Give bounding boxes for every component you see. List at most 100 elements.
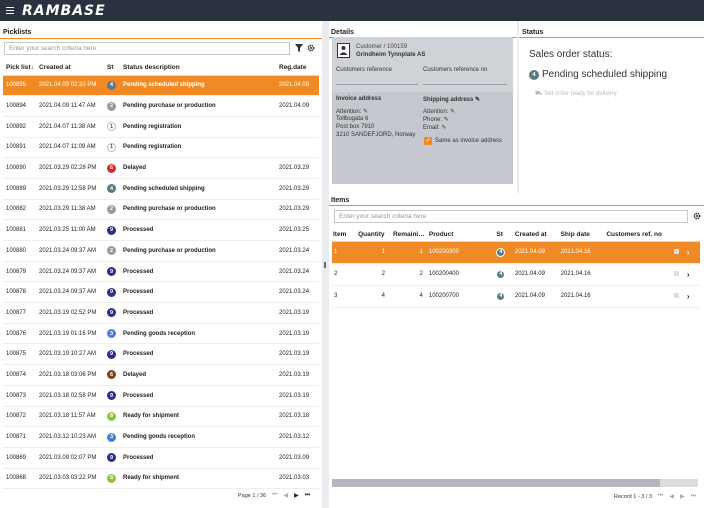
col-header-status-desc[interactable]: Status description (123, 61, 279, 76)
table-row[interactable]: 100876 2021.03.19 01:16 PM 3 Pending goods … (3, 323, 319, 345)
chevron-right-icon[interactable]: › (687, 292, 690, 301)
col-header-created[interactable]: Created at (39, 61, 107, 76)
table-row[interactable]: 2 2 2 100200400 4 2021.04.09 2021.04.16 › (332, 263, 700, 286)
customers-reference-no-field[interactable] (423, 84, 507, 85)
table-row[interactable]: 3 4 4 100200700 4 2021.04.09 2021.04.16 › (332, 285, 700, 308)
next-page-icon[interactable]: ▶ (294, 492, 299, 499)
table-row[interactable]: 100881 2021.03.25 11:00 AM 9 Processed 2021.… (3, 219, 319, 241)
panel-resize-handle[interactable] (324, 262, 326, 268)
picklist-created: 2021.03.25 11:00 AM (39, 219, 107, 241)
edit-icon[interactable]: ✎ (441, 125, 446, 131)
item-product[interactable]: 100200300 (428, 241, 497, 264)
customer-card-icon (337, 43, 350, 58)
col-header-created[interactable]: Created at (514, 228, 561, 242)
col-header-item[interactable]: Item (332, 228, 359, 242)
picklist-status-cell: 3 (107, 323, 123, 345)
table-row[interactable]: 100869 2021.03.09 02:07 PM 9 Processed 2021.… (3, 447, 319, 469)
picklists-panel: Picklists Pick list↓ Created at St Statu… (0, 21, 322, 508)
picklist-created: 2021.03.29 12:58 PM (39, 178, 107, 200)
col-header-remaining[interactable]: Remaini… (392, 228, 429, 242)
edit-icon[interactable]: ✎ (450, 109, 455, 115)
picklists-search-input[interactable] (4, 42, 290, 55)
gear-icon[interactable] (693, 212, 701, 220)
picklist-id: 100877 (3, 302, 39, 324)
same-as-invoice-checkbox[interactable]: ✓ (424, 137, 432, 145)
table-row[interactable]: 100890 2021.03.29 02:28 PM 6 Delayed 2021.03… (3, 157, 319, 179)
shipping-phone[interactable]: Phone: ✎ (423, 116, 449, 123)
first-page-icon[interactable]: ⏮ (658, 493, 663, 500)
table-row[interactable]: 100877 2021.03.19 02:52 PM 9 Processed 2021.… (3, 302, 319, 324)
status-badge: 9 (107, 349, 116, 359)
invoice-attention[interactable]: Attention: ✎ (336, 108, 368, 115)
table-row[interactable]: 1 1 1 100200300 4 2021.04.09 2021.04.16 › (332, 241, 700, 264)
items-horizontal-scrollbar[interactable] (332, 479, 698, 487)
col-header-quantity[interactable]: Quantity (358, 228, 393, 242)
last-page-icon[interactable]: ⏭ (691, 493, 696, 500)
table-row[interactable]: 100892 2021.04.07 11:38 AM 1 Pending regist… (3, 116, 319, 138)
picklist-created: 2021.03.29 02:28 PM (39, 157, 107, 179)
table-row[interactable]: 100874 2021.03.18 03:06 PM 6 Delayed 2021.03… (3, 364, 319, 386)
table-row[interactable]: 100889 2021.03.29 12:58 PM 4 Pending schedu… (3, 178, 319, 200)
edit-icon[interactable]: ✎ (444, 117, 449, 123)
prev-page-icon[interactable]: ◀ (669, 493, 674, 500)
col-header-product[interactable]: Product (428, 228, 497, 242)
status-badge: 6 (107, 370, 116, 380)
picklist-status-desc: Delayed (123, 364, 279, 386)
table-row[interactable]: 100878 2021.03.24 09:37 AM 9 Processed 2021.… (3, 281, 319, 304)
picklist-status-cell: 2 (107, 199, 123, 221)
chevron-right-icon[interactable]: › (687, 248, 690, 257)
prev-page-icon[interactable]: ◀ (284, 492, 289, 499)
table-row[interactable]: 100873 2021.03.18 02:58 PM 9 Processed 2021.… (3, 385, 319, 407)
picklist-status-cell: 4 (107, 178, 123, 200)
table-row[interactable]: 100868 2021.03.03 03:22 PM 8 Ready for ship… (3, 468, 319, 490)
table-row[interactable]: 100891 2021.04.07 11:09 AM 1 Pending regist… (3, 137, 319, 159)
table-row[interactable]: 100882 2021.03.29 11:38 AM 2 Pending purcha… (3, 199, 319, 221)
gear-icon[interactable] (307, 44, 315, 52)
table-row[interactable]: 100872 2021.03.18 11:57 AM 8 Ready for ship… (3, 406, 319, 428)
table-row[interactable]: 100880 2021.03.24 09:37 AM 2 Pending purcha… (3, 240, 319, 262)
invoice-attention-label: Attention: (336, 109, 362, 115)
status-value: Pending scheduled shipping (542, 69, 668, 80)
item-created: 2021.04.09 (514, 285, 561, 308)
edit-icon[interactable]: ✎ (363, 109, 368, 115)
square-icon[interactable] (673, 270, 679, 276)
table-row[interactable]: 100871 2021.03.12 10:23 AM 3 Pending goods … (3, 426, 319, 448)
picklist-id: 100895 (3, 75, 39, 97)
shipping-address-header[interactable]: Shipping address ✎ (423, 96, 480, 103)
col-header-ship-date[interactable]: Ship date (560, 228, 607, 242)
last-page-icon[interactable]: ⏭ (305, 492, 310, 499)
item-product[interactable]: 100200700 (428, 285, 497, 308)
picklist-regdate: 2021.03.29 (279, 199, 319, 221)
customer-card: Customer / 100159 Grindheim Tynnplate AS… (332, 37, 513, 184)
shipping-attention[interactable]: Attention: ✎ (423, 108, 455, 115)
table-row[interactable]: 100875 2021.03.19 10:27 AM 9 Processed 2021.… (3, 343, 319, 366)
col-header-regdate[interactable]: Reg.date (279, 61, 319, 76)
menu-icon[interactable] (0, 0, 20, 21)
picklist-id: 100869 (3, 447, 39, 469)
details-panel: Details Customer / 100159 Grindheim Tynn… (329, 21, 517, 193)
item-number: 3 (332, 285, 359, 308)
set-ready-for-delivery-button[interactable]: ⛟ Set order ready for delivery (535, 90, 617, 98)
col-header-st[interactable]: St (107, 61, 123, 76)
next-page-icon[interactable]: ▶ (680, 493, 685, 500)
col-header-picklist[interactable]: Pick list↓ (3, 61, 39, 76)
picklist-id: 100873 (3, 385, 39, 407)
customers-reference-field[interactable] (336, 84, 418, 85)
items-scroll-thumb[interactable] (332, 479, 660, 487)
edit-icon[interactable]: ✎ (475, 97, 480, 103)
table-row[interactable]: 100895 2021.04.09 02:20 PM 4 Pending schedu… (3, 75, 319, 97)
item-product[interactable]: 100200400 (428, 263, 497, 286)
first-page-icon[interactable]: ⏮ (272, 492, 277, 499)
table-row[interactable]: 100894 2021.04.09 11:47 AM 2 Pending purcha… (3, 95, 319, 117)
col-header-st[interactable]: St (496, 228, 515, 242)
col-header-customers-ref[interactable]: Customers ref. no (606, 228, 674, 242)
picklist-regdate (279, 116, 319, 138)
square-icon[interactable] (673, 292, 679, 298)
chevron-right-icon[interactable]: › (687, 270, 690, 279)
square-icon[interactable] (673, 248, 679, 254)
table-row[interactable]: 100879 2021.03.24 09:37 AM 9 Processed 2021.… (3, 261, 319, 283)
customer-name[interactable]: Grindheim Tynnplate AS (356, 52, 425, 58)
shipping-email[interactable]: Email: ✎ (423, 124, 446, 131)
items-search-input[interactable] (334, 210, 688, 223)
filter-icon[interactable] (295, 44, 303, 52)
